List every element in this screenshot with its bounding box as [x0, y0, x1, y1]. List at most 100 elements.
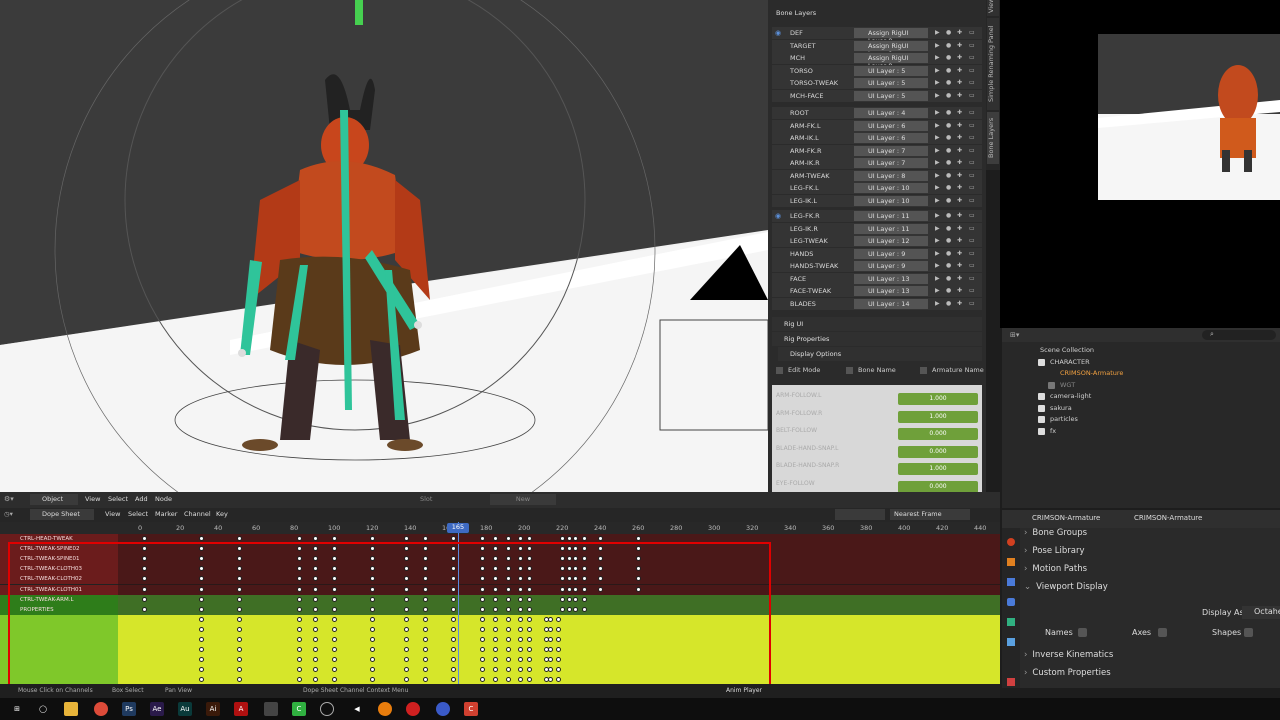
dot-icon[interactable]: ●: [946, 225, 954, 233]
windows-start-icon[interactable]: ⊞: [10, 702, 24, 716]
visibility-eye-icon[interactable]: [775, 92, 783, 100]
select-icon[interactable]: ▶: [935, 42, 943, 50]
names-checkbox[interactable]: [1078, 628, 1087, 637]
display-options-section[interactable]: Display Options: [778, 347, 982, 361]
outliner-row[interactable]: WGT: [1002, 380, 1280, 391]
dot-icon[interactable]: ●: [946, 42, 954, 50]
menu-add[interactable]: Add: [135, 495, 148, 503]
keyframe[interactable]: [572, 536, 578, 541]
bone-name-checkbox[interactable]: Bone Name: [846, 366, 896, 374]
scene-tab-icon[interactable]: [1007, 538, 1015, 546]
select-icon[interactable]: ▶: [935, 67, 943, 75]
select-icon[interactable]: ▶: [935, 109, 943, 117]
visibility-eye-icon[interactable]: ◉: [775, 212, 783, 220]
dot-icon[interactable]: ●: [946, 287, 954, 295]
inverse-kinematics-section[interactable]: › Inverse Kinematics: [1024, 650, 1280, 666]
visibility-eye-icon[interactable]: [775, 159, 783, 167]
lock-icon[interactable]: ▭: [969, 147, 977, 155]
layer-assign-button[interactable]: UI Layer : 10: [854, 195, 928, 206]
layer-assign-button[interactable]: UI Layer : 14: [854, 298, 928, 309]
lock-icon[interactable]: ▭: [969, 275, 977, 283]
lock-icon[interactable]: ▭: [969, 172, 977, 180]
visibility-eye-icon[interactable]: [775, 197, 783, 205]
lock-icon[interactable]: ▭: [969, 197, 977, 205]
camtasia-icon[interactable]: C: [292, 702, 306, 716]
visibility-eye-icon[interactable]: [775, 134, 783, 142]
chrome-icon[interactable]: [94, 702, 108, 716]
layer-assign-button[interactable]: UI Layer : 5: [854, 90, 928, 101]
keyframe[interactable]: [597, 536, 603, 541]
layer-assign-button[interactable]: UI Layer : 7: [854, 145, 928, 156]
layer-assign-button[interactable]: UI Layer : 11: [854, 223, 928, 234]
display-as-dropdown[interactable]: Octahe: [1242, 606, 1280, 619]
obs-icon[interactable]: [320, 702, 334, 716]
visibility-eye-icon[interactable]: [775, 275, 783, 283]
outliner-row[interactable]: CRIMSON-Armature: [1002, 368, 1280, 379]
outliner-row[interactable]: CHARACTER: [1002, 357, 1280, 368]
visibility-eye-icon[interactable]: [775, 42, 783, 50]
menu-select[interactable]: Select: [108, 495, 128, 503]
bone-icon[interactable]: ✚: [957, 250, 965, 258]
keyframe[interactable]: [312, 536, 318, 541]
dot-icon[interactable]: ●: [946, 184, 954, 192]
bone-icon[interactable]: ✚: [957, 184, 965, 192]
lock-icon[interactable]: ▭: [969, 109, 977, 117]
new-material-button[interactable]: New: [490, 494, 556, 505]
acrobat-icon[interactable]: A: [234, 702, 248, 716]
layer-assign-button[interactable]: UI Layer : 10: [854, 183, 928, 193]
lock-icon[interactable]: ▭: [969, 67, 977, 75]
visibility-eye-icon[interactable]: [775, 67, 783, 75]
dot-icon[interactable]: ●: [946, 300, 954, 308]
lock-icon[interactable]: ▭: [969, 54, 977, 62]
menu-node[interactable]: Node: [155, 495, 172, 503]
lock-icon[interactable]: ▭: [969, 134, 977, 142]
select-icon[interactable]: ▶: [935, 92, 943, 100]
keyframe[interactable]: [141, 536, 147, 541]
layer-assign-button[interactable]: UI Layer : 4: [854, 108, 928, 118]
dope-menu-view[interactable]: View: [105, 510, 120, 518]
dot-icon[interactable]: ●: [946, 122, 954, 130]
keyframe[interactable]: [559, 536, 565, 541]
edit-mode-checkbox[interactable]: Edit Mode: [776, 366, 820, 374]
keyframe[interactable]: [567, 536, 573, 541]
select-icon[interactable]: ▶: [935, 262, 943, 270]
layer-assign-button[interactable]: UI Layer : 11: [854, 211, 928, 221]
bone-icon[interactable]: ✚: [957, 225, 965, 233]
keyframe[interactable]: [517, 536, 523, 541]
keyframe[interactable]: [236, 536, 242, 541]
visibility-eye-icon[interactable]: [775, 287, 783, 295]
layer-assign-button[interactable]: UI Layer : 5: [854, 78, 928, 88]
dot-icon[interactable]: ●: [946, 134, 954, 142]
file-explorer-icon[interactable]: [64, 702, 78, 716]
bone-icon[interactable]: ✚: [957, 54, 965, 62]
unity-icon[interactable]: ◀: [350, 702, 364, 716]
dot-icon[interactable]: ●: [946, 92, 954, 100]
keyframe[interactable]: [582, 536, 588, 541]
visibility-eye-icon[interactable]: [775, 147, 783, 155]
outliner-row[interactable]: sakura: [1002, 403, 1280, 414]
dot-icon[interactable]: ●: [946, 159, 954, 167]
modifier-tab-icon[interactable]: [1007, 578, 1015, 586]
select-icon[interactable]: ▶: [935, 184, 943, 192]
collection-checkbox[interactable]: [1048, 381, 1055, 389]
bone-icon[interactable]: ✚: [957, 287, 965, 295]
photoshop-icon[interactable]: Ps: [122, 702, 136, 716]
lock-icon[interactable]: ▭: [969, 29, 977, 37]
layer-assign-button[interactable]: UI Layer : 12: [854, 236, 928, 246]
physics-tab-icon[interactable]: [1007, 598, 1015, 606]
bone-icon[interactable]: ✚: [957, 147, 965, 155]
collection-checkbox[interactable]: [1038, 393, 1045, 400]
rig-property-slider[interactable]: 0.000: [898, 428, 978, 440]
select-icon[interactable]: ▶: [935, 197, 943, 205]
dot-icon[interactable]: ●: [946, 147, 954, 155]
lock-icon[interactable]: ▭: [969, 122, 977, 130]
collection-checkbox[interactable]: [1038, 427, 1045, 435]
object-tab-icon[interactable]: [1007, 558, 1015, 566]
keyframe[interactable]: [635, 536, 641, 541]
select-icon[interactable]: ▶: [935, 212, 943, 220]
rig-property-slider[interactable]: 1.000: [898, 463, 978, 475]
collection-checkbox[interactable]: [1038, 404, 1045, 412]
tab-bone-layers[interactable]: Bone Layers: [987, 112, 999, 164]
bone-icon[interactable]: ✚: [957, 29, 965, 37]
bone-tab-icon[interactable]: [1007, 638, 1015, 646]
